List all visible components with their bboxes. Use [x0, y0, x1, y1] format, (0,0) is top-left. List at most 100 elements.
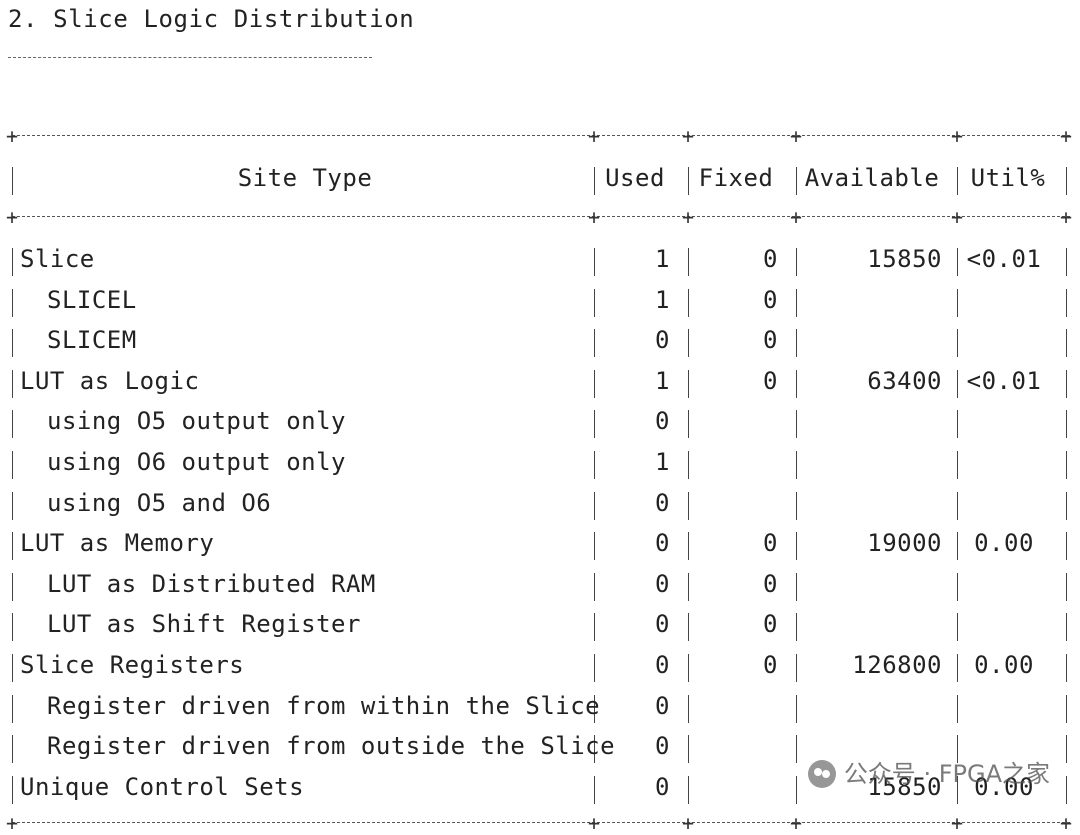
column-separator	[796, 572, 797, 601]
row-fixed: 0	[763, 529, 778, 558]
row-fixed: 0	[763, 366, 778, 395]
column-separator	[796, 775, 797, 804]
column-separator	[796, 288, 797, 317]
row-site-type: Slice Registers	[20, 651, 245, 679]
column-separator	[1066, 613, 1067, 642]
table-border-line	[12, 822, 1070, 823]
column-separator	[796, 735, 797, 764]
column-header: Util%	[970, 164, 1046, 192]
column-separator	[12, 248, 13, 276]
column-separator	[594, 288, 595, 317]
row-used: 0	[655, 569, 670, 598]
column-separator	[957, 248, 958, 276]
column-separator	[1066, 572, 1067, 601]
column-separator	[688, 613, 689, 642]
column-separator	[957, 694, 958, 723]
table-border-joint: +	[5, 811, 19, 835]
row-fixed: 0	[763, 610, 778, 639]
column-separator	[957, 451, 958, 479]
row-available: 15850	[867, 245, 942, 273]
table-border-joint: +	[5, 205, 19, 229]
table-border-joint: +	[587, 811, 601, 835]
row-site-type: LUT as Distributed RAM	[47, 569, 376, 598]
column-separator	[12, 369, 13, 398]
column-separator	[12, 532, 13, 561]
column-separator	[688, 532, 689, 561]
column-separator	[688, 775, 689, 804]
row-site-type: Register driven from within the Slice	[47, 691, 601, 720]
row-site-type: LUT as Memory	[20, 529, 215, 558]
column-separator	[594, 775, 595, 804]
column-separator	[796, 491, 797, 520]
row-site-type: SLICEL	[47, 285, 137, 314]
table-border-joint: +	[789, 124, 803, 148]
row-site-type: using O6 output only	[47, 448, 346, 476]
column-separator	[796, 532, 797, 561]
column-separator	[688, 491, 689, 520]
column-separator	[1066, 491, 1067, 520]
column-separator	[688, 694, 689, 723]
row-used: 0	[655, 772, 670, 801]
row-util: 0.00	[974, 651, 1034, 679]
row-util: 0.00	[974, 529, 1034, 558]
column-separator	[796, 369, 797, 398]
column-separator	[12, 329, 13, 358]
column-separator	[1066, 694, 1067, 723]
table-border-line	[12, 135, 1070, 136]
row-site-type: LUT as Shift Register	[47, 610, 361, 639]
row-used: 0	[655, 691, 670, 720]
column-separator	[12, 694, 13, 723]
table-border-joint: +	[950, 124, 964, 148]
row-used: 0	[655, 651, 670, 679]
column-separator	[796, 248, 797, 276]
row-used: 0	[655, 610, 670, 639]
row-site-type: Register driven from outside the Slice	[47, 732, 616, 761]
column-separator	[957, 532, 958, 561]
column-separator	[688, 451, 689, 479]
row-used: 0	[655, 326, 670, 355]
column-header: Used	[605, 164, 665, 192]
row-site-type: Unique Control Sets	[20, 772, 305, 801]
row-site-type: LUT as Logic	[20, 366, 200, 395]
table-border-joint: +	[789, 811, 803, 835]
column-separator	[594, 410, 595, 439]
table-border-joint: +	[1059, 124, 1073, 148]
column-separator	[1066, 654, 1067, 682]
row-fixed: 0	[763, 651, 778, 679]
column-separator	[594, 572, 595, 601]
column-separator	[688, 288, 689, 317]
table-border-joint: +	[950, 205, 964, 229]
table-border-joint: +	[681, 124, 695, 148]
column-separator	[1066, 288, 1067, 317]
column-separator	[594, 491, 595, 520]
watermark-text: 公众号 · FPGA之家	[843, 760, 1050, 788]
column-separator	[594, 167, 595, 195]
row-used: 0	[655, 407, 670, 436]
row-used: 1	[655, 245, 670, 273]
column-separator	[796, 410, 797, 439]
table-border-joint: +	[681, 205, 695, 229]
column-separator	[688, 369, 689, 398]
column-separator	[796, 451, 797, 479]
row-site-type: Slice	[20, 245, 95, 273]
column-header: Available	[804, 164, 940, 192]
column-separator	[594, 248, 595, 276]
column-separator	[688, 329, 689, 358]
column-separator	[1066, 735, 1067, 764]
column-separator	[688, 167, 689, 195]
table-border-joint: +	[950, 811, 964, 835]
row-util: <0.01	[966, 245, 1042, 273]
row-used: 0	[655, 529, 670, 558]
row-fixed: 0	[763, 285, 778, 314]
column-header: Site Type	[237, 164, 373, 192]
column-separator	[1066, 532, 1067, 561]
wechat-icon	[807, 760, 836, 788]
column-separator	[957, 654, 958, 682]
table-border-joint: +	[789, 205, 803, 229]
column-separator	[12, 735, 13, 764]
column-separator	[594, 532, 595, 561]
table-border-joint: +	[681, 811, 695, 835]
column-separator	[12, 613, 13, 642]
column-separator	[12, 451, 13, 479]
column-separator	[1066, 775, 1067, 804]
